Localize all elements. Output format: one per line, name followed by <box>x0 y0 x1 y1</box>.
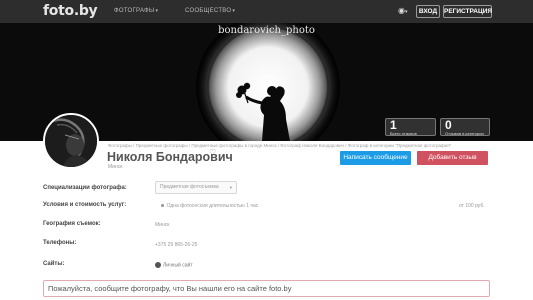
send-message-button[interactable]: Написать сообщение <box>340 151 411 165</box>
nav-community-label: СООБЩЕСТВО <box>185 8 232 14</box>
chevron-down-icon: ▾ <box>229 185 232 190</box>
geography-label: География съемок: <box>43 221 101 227</box>
personal-site-text: Личный сайт <box>163 262 193 269</box>
cover-watermark: bondarovich_photo <box>218 25 315 36</box>
avatar-image <box>45 115 97 167</box>
geography-value: Минск <box>155 222 170 228</box>
globe-icon <box>155 262 161 268</box>
specialization-select[interactable]: Предметная фотосъемка ▾ <box>155 181 237 194</box>
stat-category-reviews: 0 Отзывов в категории <box>440 118 490 136</box>
language-globe-icon[interactable]: ◉▾ <box>398 6 408 15</box>
stat-total-reviews-label: Всего отзывов <box>390 131 417 136</box>
chevron-down-icon: ▾ <box>155 8 159 14</box>
heart-icon[interactable]: ♡ <box>209 148 216 157</box>
stat-total-reviews-value: 1 <box>390 118 397 132</box>
terms-service: Одна фотосессия длительностью 1 час <box>161 203 258 209</box>
add-review-button[interactable]: Добавить отзыв <box>417 151 488 165</box>
site-logo[interactable]: foto.by <box>43 3 98 19</box>
top-navigation-bar: foto.by ФОТОГРАФЫ▾ СООБЩЕСТВО▾ ◉▾ ВХОД Р… <box>0 0 533 23</box>
sites-label: Сайты: <box>43 261 65 267</box>
stat-category-reviews-value: 0 <box>445 118 452 132</box>
terms-label: Условия и стоимость услуг: <box>43 202 127 208</box>
personal-site-link[interactable]: Личный сайт <box>155 262 193 268</box>
nav-photographers-label: ФОТОГРАФЫ <box>114 8 155 14</box>
specialization-value: Предметная фотосъемка <box>160 184 219 190</box>
photographer-city: Минск <box>108 164 123 170</box>
chevron-down-icon: ▾ <box>232 8 236 14</box>
avatar[interactable] <box>43 113 99 169</box>
nav-community[interactable]: СООБЩЕСТВО▾ <box>185 8 235 14</box>
specialization-label: Специализации фотографа: <box>43 185 127 191</box>
stat-total-reviews: 1 Всего отзывов <box>385 118 436 136</box>
phones-value[interactable]: +375 29 865-26-25 <box>155 242 197 248</box>
notice-banner: Пожалуйста, сообщите фотографу, что Вы н… <box>43 280 490 297</box>
nav-photographers[interactable]: ФОТОГРАФЫ▾ <box>114 8 158 14</box>
stat-category-reviews-label: Отзывов в категории <box>445 131 484 136</box>
terms-service-text: Одна фотосессия длительностью 1 час <box>166 203 259 209</box>
register-button[interactable]: РЕГИСТРАЦИЯ <box>443 5 492 18</box>
phones-label: Телефоны: <box>43 240 77 246</box>
terms-price: от 100 руб. <box>459 203 485 209</box>
bullet-icon <box>161 204 164 207</box>
breadcrumb[interactable]: Фотографы / Предметные фотографы / Предм… <box>108 143 451 148</box>
login-button[interactable]: ВХОД <box>416 5 440 18</box>
